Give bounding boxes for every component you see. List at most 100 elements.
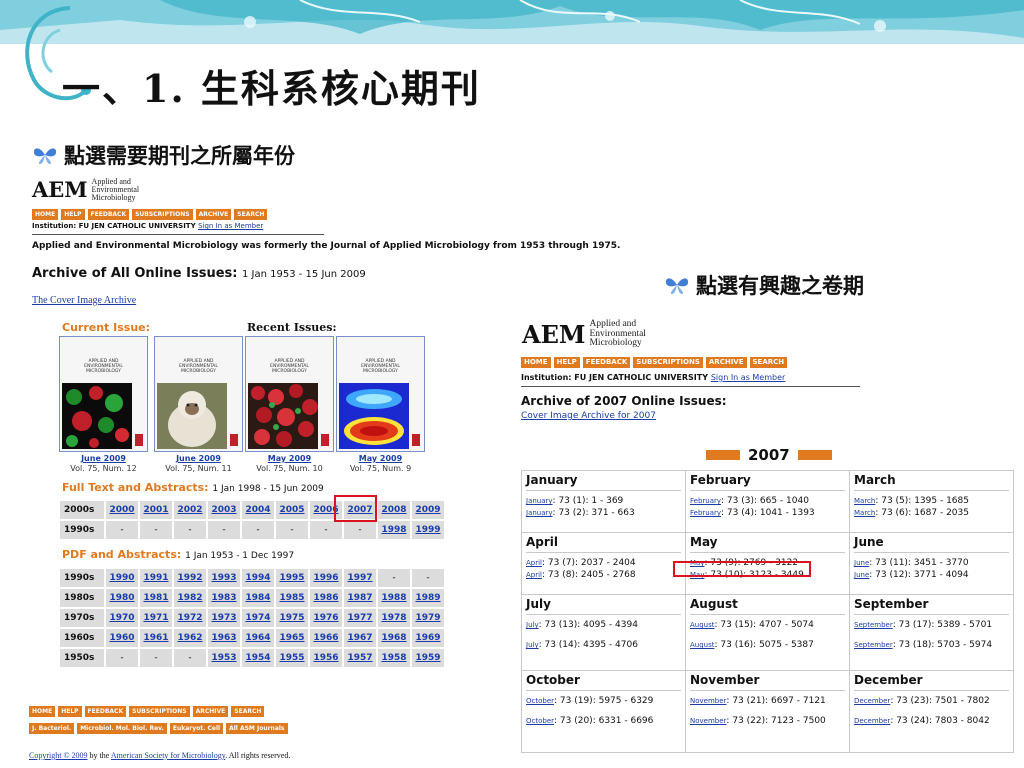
- year-link-1990[interactable]: 1990: [109, 573, 134, 583]
- sign-in-link[interactable]: Sign In as Member: [711, 373, 785, 382]
- year-link-2001[interactable]: 2001: [143, 505, 168, 515]
- issue-month-link[interactable]: December: [854, 717, 890, 725]
- year-link-1961[interactable]: 1961: [143, 633, 168, 643]
- year-link-1963[interactable]: 1963: [211, 633, 236, 643]
- year-link-1981[interactable]: 1981: [143, 593, 168, 603]
- year-link-1955[interactable]: 1955: [279, 653, 304, 663]
- footer-nav-subscriptions[interactable]: SUBSCRIPTIONS: [129, 706, 190, 717]
- footer-nav-archive[interactable]: ARCHIVE: [192, 706, 229, 717]
- cover-date-link[interactable]: June 2009: [154, 454, 243, 463]
- year-link-1976[interactable]: 1976: [313, 613, 338, 623]
- issue-month-link[interactable]: August: [690, 641, 715, 649]
- year-link-1998[interactable]: 1998: [381, 525, 406, 535]
- nav-home[interactable]: HOME: [521, 357, 551, 368]
- journal-j-bacteriol[interactable]: J. Bacteriol.: [29, 723, 75, 734]
- nav-search[interactable]: SEARCH: [234, 209, 268, 220]
- nav-search[interactable]: SEARCH: [749, 357, 788, 368]
- cover-date-link[interactable]: June 2009: [59, 454, 148, 463]
- issue-month-link[interactable]: November: [690, 697, 726, 705]
- year-link-1960[interactable]: 1960: [109, 633, 134, 643]
- year-link-1964[interactable]: 1964: [245, 633, 270, 643]
- asm-link[interactable]: American Society for Microbiology: [111, 751, 225, 760]
- journal-eukaryot-cell[interactable]: Eukaryot. Cell: [169, 723, 224, 734]
- year-link-2009[interactable]: 2009: [415, 505, 440, 515]
- year-link-2002[interactable]: 2002: [177, 505, 202, 515]
- journal-mmbr[interactable]: Microbiol. Mol. Biol. Rev.: [77, 723, 167, 734]
- year-link-2004[interactable]: 2004: [245, 505, 270, 515]
- year-link-2008[interactable]: 2008: [381, 505, 406, 515]
- year-link-1965[interactable]: 1965: [279, 633, 304, 643]
- nav-help[interactable]: HELP: [553, 357, 580, 368]
- issue-month-link[interactable]: February: [690, 497, 721, 505]
- issue-month-link[interactable]: March: [854, 509, 875, 517]
- issue-month-link[interactable]: July: [526, 621, 539, 629]
- year-link-2005[interactable]: 2005: [279, 505, 304, 515]
- issue-month-link[interactable]: June: [854, 559, 869, 567]
- cover-image-archive-2007-link[interactable]: Cover Image Archive for 2007: [521, 411, 656, 421]
- year-link-1982[interactable]: 1982: [177, 593, 202, 603]
- cover-may-2009-10[interactable]: APPLIED AND ENVIRONMENTAL MICROBIOLOGY: [245, 336, 334, 452]
- year-link-1987[interactable]: 1987: [347, 593, 372, 603]
- year-link-1954[interactable]: 1954: [245, 653, 270, 663]
- sign-in-link[interactable]: Sign In as Member: [198, 222, 263, 230]
- issue-month-link[interactable]: July: [526, 641, 539, 649]
- footer-nav-help[interactable]: HELP: [58, 706, 82, 717]
- year-link-1986[interactable]: 1986: [313, 593, 338, 603]
- year-link-1984[interactable]: 1984: [245, 593, 270, 603]
- issue-month-link[interactable]: June: [854, 571, 869, 579]
- issue-month-link[interactable]: April: [526, 571, 542, 579]
- issue-month-link[interactable]: August: [690, 621, 715, 629]
- year-link-1957[interactable]: 1957: [347, 653, 372, 663]
- prev-year-arrow-icon[interactable]: [706, 450, 740, 460]
- year-link-2000[interactable]: 2000: [109, 505, 134, 515]
- year-link-1969[interactable]: 1969: [415, 633, 440, 643]
- year-link-1989[interactable]: 1989: [415, 593, 440, 603]
- year-link-1972[interactable]: 1972: [177, 613, 202, 623]
- year-link-1975[interactable]: 1975: [279, 613, 304, 623]
- year-link-1971[interactable]: 1971: [143, 613, 168, 623]
- cover-image-archive-link[interactable]: The Cover Image Archive: [32, 295, 136, 306]
- nav-feedback[interactable]: FEEDBACK: [582, 357, 631, 368]
- nav-subscriptions[interactable]: SUBSCRIPTIONS: [132, 209, 193, 220]
- cover-date-link[interactable]: May 2009: [336, 454, 425, 463]
- year-link-1997[interactable]: 1997: [347, 573, 372, 583]
- year-link-1985[interactable]: 1985: [279, 593, 304, 603]
- nav-feedback[interactable]: FEEDBACK: [87, 209, 130, 220]
- year-link-1956[interactable]: 1956: [313, 653, 338, 663]
- year-link-1966[interactable]: 1966: [313, 633, 338, 643]
- nav-archive[interactable]: ARCHIVE: [195, 209, 232, 220]
- year-link-1993[interactable]: 1993: [211, 573, 236, 583]
- year-link-1970[interactable]: 1970: [109, 613, 134, 623]
- year-link-1983[interactable]: 1983: [211, 593, 236, 603]
- issue-month-link[interactable]: February: [690, 509, 721, 517]
- nav-subscriptions[interactable]: SUBSCRIPTIONS: [633, 357, 703, 368]
- issue-month-link[interactable]: September: [854, 641, 893, 649]
- issue-month-link[interactable]: November: [690, 717, 726, 725]
- next-year-arrow-icon[interactable]: [797, 450, 832, 460]
- aem-logo[interactable]: AEM Applied and Environmental Microbiolo…: [522, 320, 646, 350]
- footer-nav-feedback[interactable]: FEEDBACK: [84, 706, 127, 717]
- issue-month-link[interactable]: October: [526, 697, 554, 705]
- year-link-1958[interactable]: 1958: [381, 653, 406, 663]
- year-link-1967[interactable]: 1967: [347, 633, 372, 643]
- issue-month-link[interactable]: September: [854, 621, 893, 629]
- cover-june-2009-12[interactable]: APPLIED AND ENVIRONMENTAL MICROBIOLOGY: [59, 336, 148, 452]
- year-link-1959[interactable]: 1959: [415, 653, 440, 663]
- year-link-1953[interactable]: 1953: [211, 653, 236, 663]
- footer-nav-search[interactable]: SEARCH: [231, 706, 265, 717]
- cover-june-2009-11[interactable]: APPLIED AND ENVIRONMENTAL MICROBIOLOGY: [154, 336, 243, 452]
- year-link-1974[interactable]: 1974: [245, 613, 270, 623]
- year-link-1988[interactable]: 1988: [381, 593, 406, 603]
- footer-nav-home[interactable]: HOME: [29, 706, 56, 717]
- year-link-1991[interactable]: 1991: [143, 573, 168, 583]
- year-link-1980[interactable]: 1980: [109, 593, 134, 603]
- nav-help[interactable]: HELP: [61, 209, 85, 220]
- year-link-1968[interactable]: 1968: [381, 633, 406, 643]
- issue-month-link[interactable]: October: [526, 717, 554, 725]
- year-link-1979[interactable]: 1979: [415, 613, 440, 623]
- issue-month-link[interactable]: March: [854, 497, 875, 505]
- year-link-1962[interactable]: 1962: [177, 633, 202, 643]
- issue-month-link[interactable]: January: [526, 497, 553, 505]
- year-link-1996[interactable]: 1996: [313, 573, 338, 583]
- year-link-1978[interactable]: 1978: [381, 613, 406, 623]
